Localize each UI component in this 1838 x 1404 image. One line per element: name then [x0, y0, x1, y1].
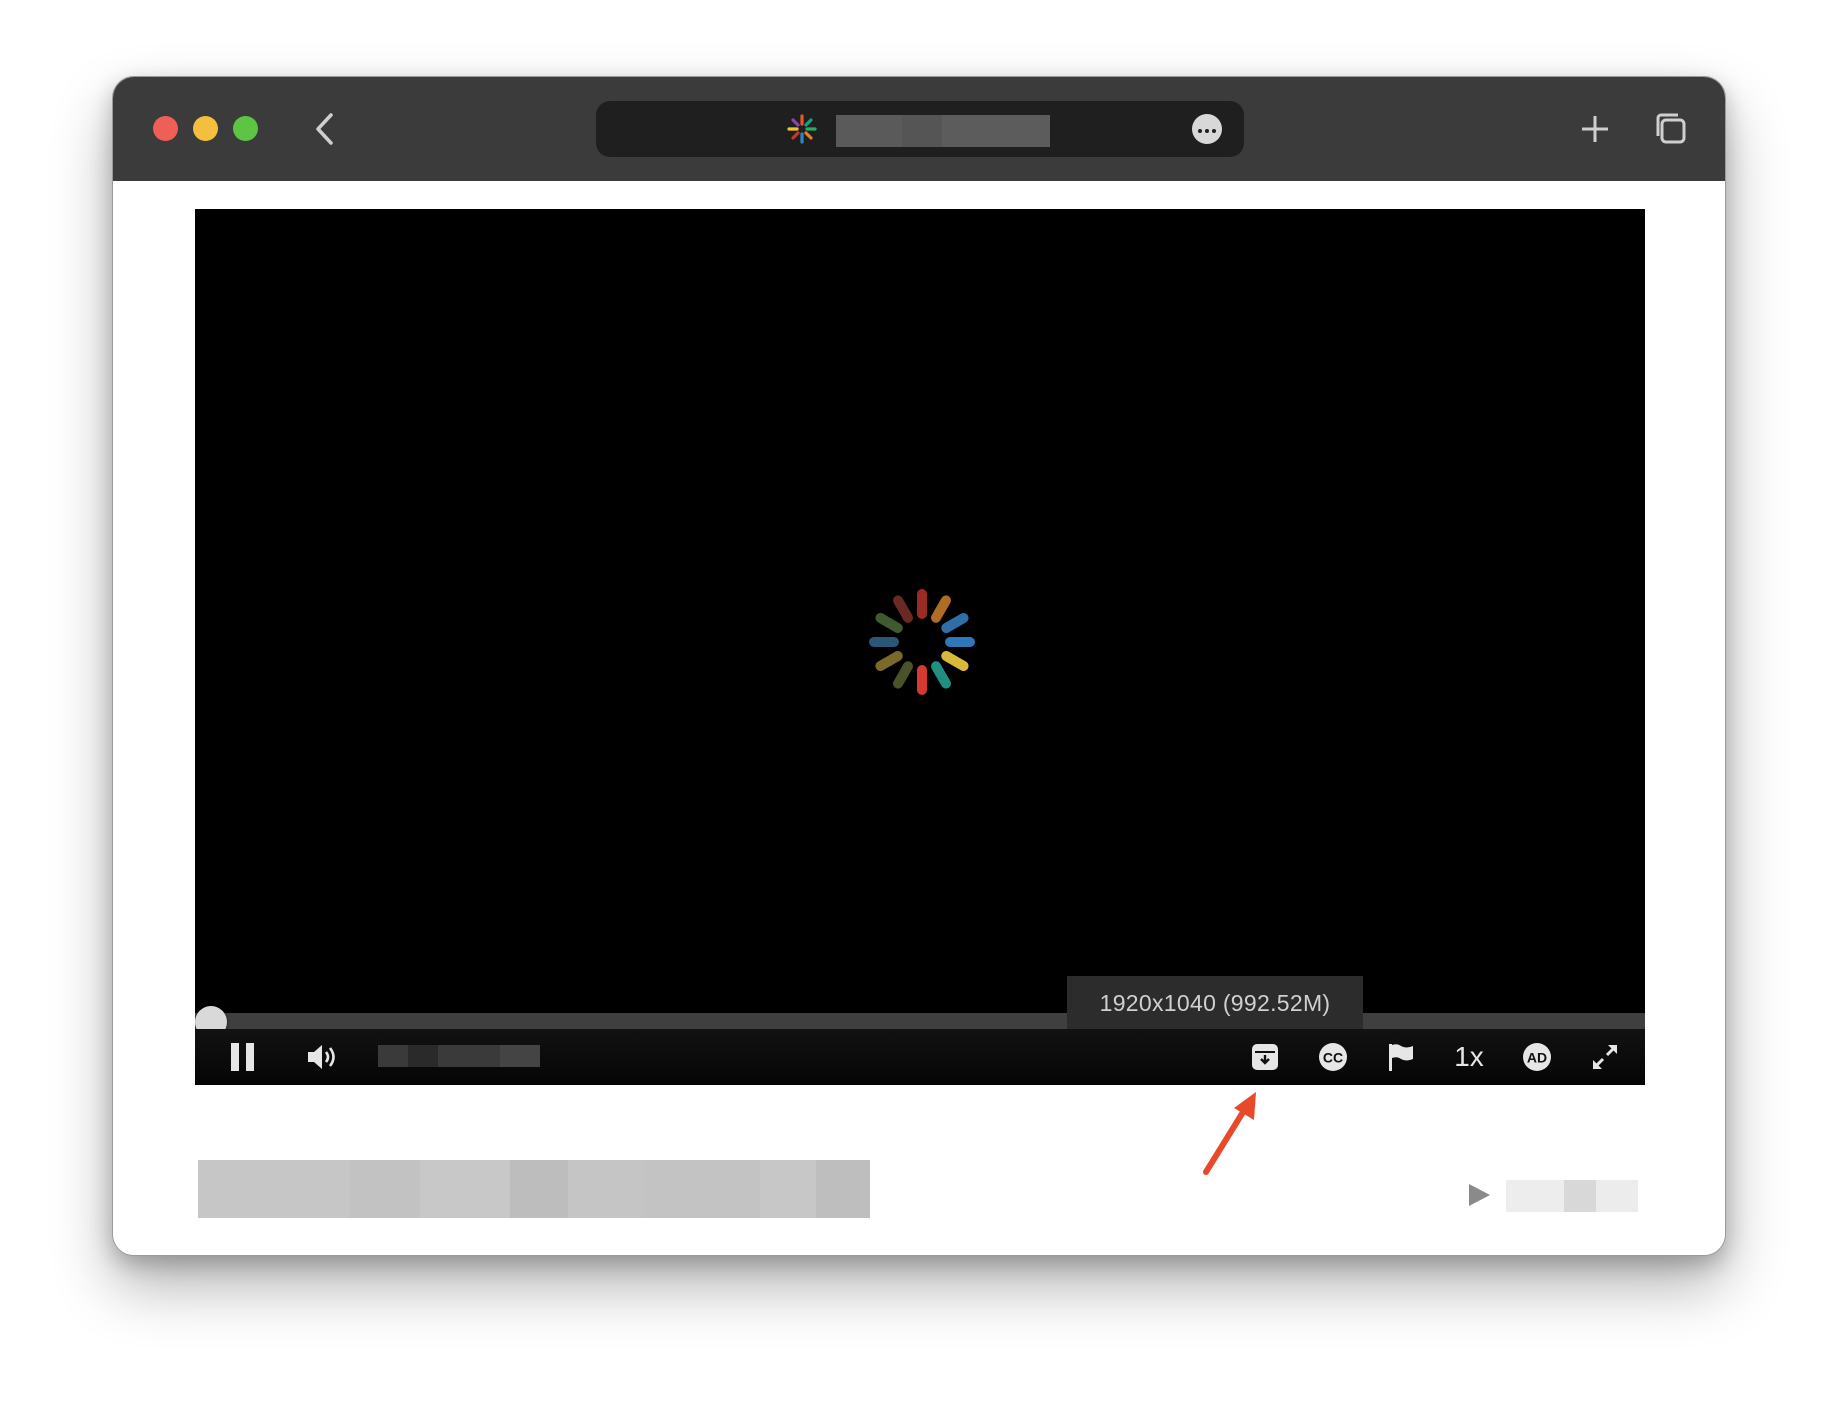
- play-icon: [1469, 1184, 1490, 1206]
- minimize-window-button[interactable]: [193, 116, 218, 141]
- browser-window: 1920x1040 (992.52M) CC 1x AD: [112, 76, 1726, 1256]
- progress-bar[interactable]: [195, 1013, 1645, 1029]
- svg-text:AD: AD: [1527, 1050, 1547, 1066]
- download-icon: [1252, 1044, 1278, 1070]
- chevron-left-icon: [316, 113, 333, 145]
- pause-button[interactable]: [225, 1037, 261, 1077]
- screenshot-stage: 1920x1040 (992.52M) CC 1x AD: [0, 0, 1838, 1404]
- download-button[interactable]: [1247, 1037, 1283, 1077]
- address-bar[interactable]: [596, 101, 1244, 157]
- site-favicon-icon: [787, 114, 817, 144]
- ellipsis-icon: [1197, 120, 1218, 138]
- url-text-redacted: [836, 115, 1050, 147]
- playback-rate-label: 1x: [1454, 1041, 1484, 1072]
- svg-text:CC: CC: [1323, 1050, 1343, 1066]
- video-title-redacted: [198, 1160, 870, 1218]
- play-link-button[interactable]: [1466, 1182, 1492, 1208]
- page-content: 1920x1040 (992.52M) CC 1x AD: [113, 181, 1725, 1255]
- download-quality-tooltip: 1920x1040 (992.52M): [1067, 976, 1363, 1030]
- closed-captions-icon: CC: [1319, 1043, 1347, 1071]
- flag-icon: [1389, 1044, 1413, 1071]
- close-window-button[interactable]: [153, 116, 178, 141]
- pause-icon: [231, 1043, 254, 1071]
- play-count-redacted: [1506, 1180, 1638, 1212]
- audio-description-icon: AD: [1523, 1043, 1551, 1071]
- playback-rate-button[interactable]: 1x: [1449, 1037, 1489, 1077]
- closed-captions-button[interactable]: CC: [1315, 1037, 1351, 1077]
- audio-description-button[interactable]: AD: [1519, 1037, 1555, 1077]
- new-tab-button[interactable]: [1573, 107, 1617, 151]
- time-display-redacted: [378, 1045, 540, 1067]
- page-options-button[interactable]: [1192, 114, 1222, 144]
- back-button[interactable]: [305, 107, 345, 151]
- browser-toolbar: [113, 77, 1725, 181]
- report-flag-button[interactable]: [1383, 1037, 1419, 1077]
- fullscreen-icon: [1593, 1045, 1617, 1069]
- player-control-bar: CC 1x AD: [195, 1029, 1645, 1085]
- video-player[interactable]: 1920x1040 (992.52M) CC 1x AD: [195, 209, 1645, 1085]
- zoom-window-button[interactable]: [233, 116, 258, 141]
- plus-icon: [1582, 116, 1608, 142]
- volume-button[interactable]: [305, 1037, 341, 1077]
- tab-overview-button[interactable]: [1649, 107, 1693, 151]
- tab-overview-icon: [1656, 113, 1686, 144]
- loading-spinner-icon: [869, 589, 975, 695]
- fullscreen-button[interactable]: [1587, 1037, 1623, 1077]
- volume-icon: [308, 1045, 335, 1069]
- annotation-arrow-icon: [1203, 1092, 1256, 1175]
